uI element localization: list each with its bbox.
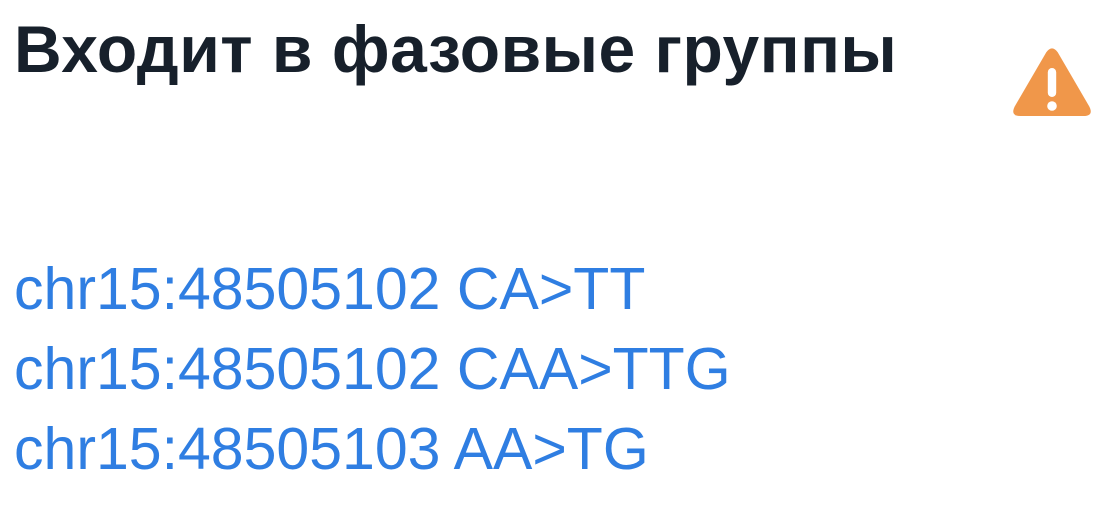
- list-item: chr15:48505103 AA>TG: [14, 409, 731, 489]
- phase-group-link[interactable]: chr15:48505103 AA>TG: [14, 416, 649, 482]
- warning-triangle-icon: [1013, 48, 1091, 116]
- phase-group-link[interactable]: chr15:48505102 CA>TT: [14, 256, 645, 322]
- section-title: Входит в фазовые группы: [14, 12, 898, 86]
- warning-exclamation-bar: [1047, 68, 1057, 97]
- list-item: chr15:48505102 CA>TT: [14, 249, 731, 329]
- list-item: chr15:48505102 CAA>TTG: [14, 329, 731, 409]
- phase-group-list: chr15:48505102 CA>TT chr15:48505102 CAA>…: [14, 249, 731, 489]
- phase-groups-panel: Входит в фазовые группы chr15:48505102 C…: [0, 0, 1099, 486]
- phase-group-link[interactable]: chr15:48505102 CAA>TTG: [14, 336, 731, 402]
- warning-exclamation-dot: [1047, 101, 1057, 111]
